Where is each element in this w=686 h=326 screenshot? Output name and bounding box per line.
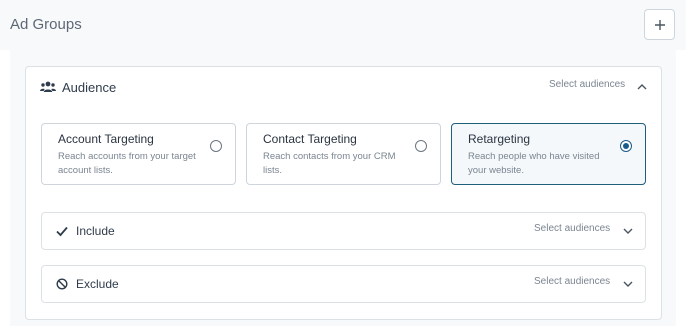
option-account-targeting[interactable]: Account Targeting Reach accounts from yo… [41, 123, 236, 185]
include-row[interactable]: Include Select audiences [41, 212, 646, 250]
radio-button-selected[interactable] [620, 140, 632, 152]
plus-icon [654, 19, 665, 30]
ad-groups-header: Ad Groups [0, 0, 686, 50]
exclude-row[interactable]: Exclude Select audiences [41, 265, 646, 303]
option-description: Reach people who have visited your websi… [468, 151, 600, 176]
users-icon [40, 81, 56, 92]
page-title: Ad Groups [10, 16, 82, 33]
check-icon [56, 226, 68, 237]
exclude-label: Exclude [76, 277, 119, 291]
chevron-up-icon[interactable] [635, 80, 649, 94]
add-ad-group-button[interactable] [644, 9, 675, 40]
include-hint: Select audiences [534, 223, 611, 234]
option-contact-targeting[interactable]: Contact Targeting Reach contacts from yo… [246, 123, 441, 185]
option-title: Account Targeting [58, 132, 154, 146]
audience-title: Audience [62, 80, 117, 95]
ban-icon [56, 278, 68, 290]
chevron-down-icon[interactable] [621, 277, 635, 291]
radio-button[interactable] [415, 140, 427, 152]
radio-button[interactable] [210, 140, 222, 152]
ad-groups-page: Ad Groups Audience Select audiences Acco… [0, 0, 686, 326]
audience-panel: Audience Select audiences Account Target… [25, 66, 662, 320]
option-description: Reach accounts from your target account … [58, 151, 196, 176]
option-description: Reach contacts from your CRM lists. [263, 151, 396, 176]
option-title: Contact Targeting [263, 132, 357, 146]
exclude-hint: Select audiences [534, 276, 611, 287]
include-label: Include [76, 224, 115, 238]
option-title: Retargeting [468, 132, 531, 146]
audience-hint: Select audiences [549, 79, 626, 90]
chevron-down-icon[interactable] [621, 224, 635, 238]
option-retargeting[interactable]: Retargeting Reach people who have visite… [451, 123, 646, 185]
